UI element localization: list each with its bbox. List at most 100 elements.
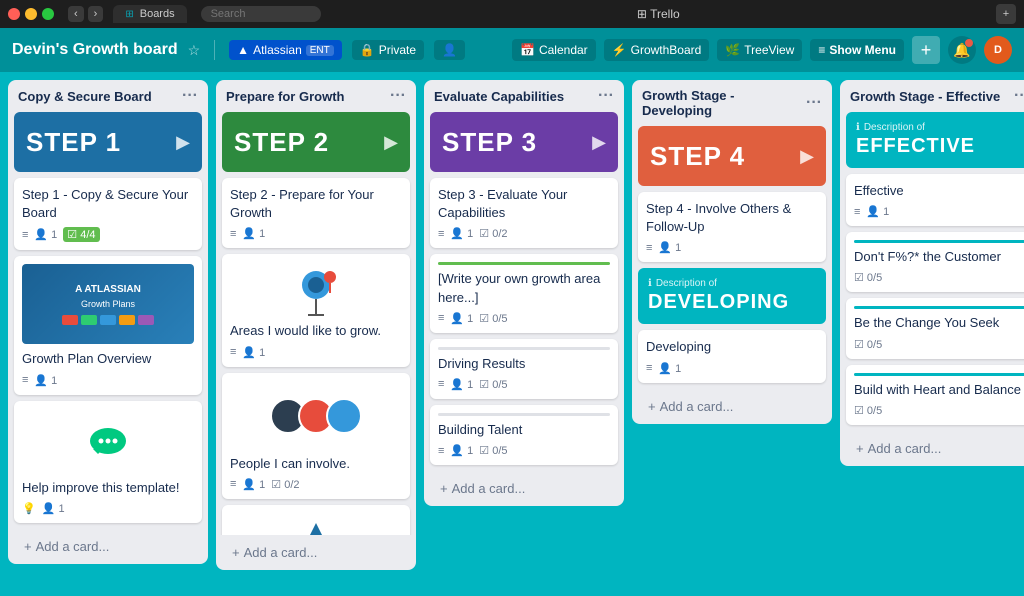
desc-card-developing[interactable]: ℹ Description of DEVELOPING	[638, 268, 826, 324]
lines-icon-7: ≡	[438, 228, 444, 240]
header-divider	[214, 40, 215, 60]
column-header-3: Evaluate Capabilities ···	[424, 80, 624, 112]
column-copy-secure: Copy & Secure Board ··· STEP 1 ▶ Step 1 …	[8, 80, 208, 564]
card-step2[interactable]: Step 2 - Prepare for Your Growth ≡ 👤 1	[222, 178, 410, 248]
app-header: Devin's Growth board ☆ ▲ Atlassian ENT 🔒…	[0, 28, 1024, 72]
card-building-talent[interactable]: Building Talent ≡ 👤 1 ☑ 0/5	[430, 405, 618, 465]
card-title-step2: Step 2 - Prepare for Your Growth	[230, 186, 402, 222]
card-title-heart: Build with Heart and Balance	[854, 381, 1024, 399]
lines-icon-8: ≡	[438, 312, 444, 324]
card-write-growth[interactable]: [Write your own growth area here...] ≡ 👤…	[430, 254, 618, 332]
maximize-dot[interactable]	[42, 8, 54, 20]
step2-icon: ▶	[384, 132, 398, 153]
menu-icon: ≡	[818, 43, 825, 57]
avatar[interactable]: D	[984, 36, 1012, 64]
card-help-template[interactable]: Help improve this template! 💡 👤 1	[14, 401, 202, 523]
card-step1-copy[interactable]: Step 1 - Copy & Secure Your Board ≡ 👤 1 …	[14, 178, 202, 250]
browser-tab[interactable]: ⊞ Boards	[113, 5, 186, 23]
card-step3[interactable]: Step 3 - Evaluate Your Capabilities ≡ 👤 …	[430, 178, 618, 248]
add-card-btn-5[interactable]: + Add a card...	[846, 435, 1024, 462]
member-count-11: 👤 1	[450, 444, 473, 457]
add-button[interactable]: +	[912, 36, 940, 64]
title-bar: ‹ › ⊞ Boards ⊞ Trello +	[0, 0, 1024, 28]
add-card-btn-4[interactable]: + Add a card...	[638, 393, 826, 420]
card-effective[interactable]: Effective ≡ 👤 1	[846, 174, 1024, 226]
search-input[interactable]	[201, 6, 321, 22]
card-meta-step2: ≡ 👤 1	[230, 227, 402, 240]
lines-icon: ≡	[22, 229, 28, 241]
notification-button[interactable]: 🔔	[948, 36, 976, 64]
card-heart-balance[interactable]: Build with Heart and Balance ☑ 0/5	[846, 365, 1024, 425]
add-card-btn-3[interactable]: + Add a card...	[430, 475, 618, 502]
star-icon[interactable]: ☆	[188, 42, 201, 59]
calendar-button[interactable]: 📅 Calendar	[512, 39, 596, 61]
card-driving-results[interactable]: Driving Results ≡ 👤 1 ☑ 0/5	[430, 339, 618, 399]
lines-icon-3: ≡	[230, 228, 236, 240]
people-illustration	[230, 381, 402, 451]
lines-icon-12: ≡	[646, 362, 652, 374]
show-menu-button[interactable]: ≡ Show Menu	[810, 39, 904, 61]
forward-button[interactable]: ›	[88, 6, 104, 22]
add-card-label-3: Add a card...	[452, 481, 526, 496]
column-more-4[interactable]: ···	[806, 95, 822, 111]
private-badge[interactable]: 🔒 Private	[352, 40, 424, 60]
card-meta-developing: ≡ 👤 1	[646, 362, 818, 375]
step4-label: STEP 4	[650, 141, 745, 172]
card-meta-write-growth: ≡ 👤 1 ☑ 0/5	[438, 312, 610, 325]
card-be-change[interactable]: Be the Change You Seek ☑ 0/5	[846, 298, 1024, 358]
add-icon-5: +	[856, 441, 864, 456]
step4-icon: ▶	[800, 146, 814, 167]
add-card-btn-1[interactable]: + Add a card...	[14, 533, 202, 560]
column-more-3[interactable]: ···	[598, 88, 614, 104]
card-meta-step1: ≡ 👤 1 ☑ 4/4	[22, 227, 194, 242]
step1-banner[interactable]: STEP 1 ▶	[14, 112, 202, 172]
lock-icon: 🔒	[360, 43, 375, 57]
calendar-label: Calendar	[539, 43, 588, 57]
card-title-help: Help improve this template!	[22, 479, 194, 497]
private-label: Private	[379, 43, 416, 57]
add-card-btn-2[interactable]: + Add a card...	[222, 539, 410, 566]
filter-icon: ⚡	[612, 43, 627, 57]
card-title-be-change: Be the Change You Seek	[854, 314, 1024, 332]
card-growth-plan[interactable]: A ATLASSIAN Growth Plans Growth Plan Ove…	[14, 256, 202, 394]
card-meta-effective: ≡ 👤 1	[854, 205, 1024, 218]
card-step4[interactable]: Step 4 - Involve Others & Follow-Up ≡ 👤 …	[638, 192, 826, 262]
step3-banner[interactable]: STEP 3 ▶	[430, 112, 618, 172]
card-meta-be-change: ☑ 0/5	[854, 338, 1024, 351]
growth-board-button[interactable]: ⚡ GrowthBoard	[604, 39, 710, 61]
column-title-4: Growth Stage - Developing	[642, 88, 806, 118]
growth-plan-image: A ATLASSIAN Growth Plans	[22, 264, 194, 344]
tab-icon: ⊞	[125, 9, 133, 20]
step1-label: STEP 1	[26, 127, 121, 158]
card-dont-f[interactable]: Don't F%?* the Customer ☑ 0/5	[846, 232, 1024, 292]
column-more-5[interactable]: ···	[1014, 88, 1024, 104]
check-people: ☑ 0/2	[271, 478, 299, 491]
check-write-growth: ☑ 0/5	[479, 312, 507, 325]
card-developing[interactable]: Developing ≡ 👤 1	[638, 330, 826, 382]
close-dot[interactable]	[8, 8, 20, 20]
lines-icon-5: ≡	[230, 478, 236, 490]
step4-banner[interactable]: STEP 4 ▶	[638, 126, 826, 186]
check-building: ☑ 0/5	[479, 444, 507, 457]
card-title-effective: Effective	[854, 182, 1024, 200]
info-icon-effective: ℹ	[856, 122, 860, 133]
card-title-dont-f: Don't F%?* the Customer	[854, 248, 1024, 266]
header-right: 📅 Calendar ⚡ GrowthBoard 🌿 TreeView ≡ Sh…	[512, 36, 1012, 64]
card-title-driving: Driving Results	[438, 355, 610, 373]
column-title-3: Evaluate Capabilities	[434, 89, 564, 104]
column-more-2[interactable]: ···	[390, 88, 406, 104]
column-header-4: Growth Stage - Developing ···	[632, 80, 832, 126]
step2-banner[interactable]: STEP 2 ▶	[222, 112, 410, 172]
new-tab-button[interactable]: +	[996, 4, 1016, 24]
minimize-dot[interactable]	[25, 8, 37, 20]
tree-view-button[interactable]: 🌿 TreeView	[717, 39, 802, 61]
column-evaluate: Evaluate Capabilities ··· STEP 3 ▶ Step …	[424, 80, 624, 506]
back-button[interactable]: ‹	[68, 6, 84, 22]
column-more-1[interactable]: ···	[182, 88, 198, 104]
atlassian-badge[interactable]: ▲ Atlassian ENT	[229, 40, 342, 60]
card-people-involve[interactable]: People I can involve. ≡ 👤 1 ☑ 0/2	[222, 373, 410, 499]
desc-card-effective[interactable]: ℹ Description of EFFECTIVE	[846, 112, 1024, 168]
card-areas-grow[interactable]: Areas I would like to grow. ≡ 👤 1	[222, 254, 410, 366]
card-alignment[interactable]: Alignment with Atlassian's future. ≡ 👤 1…	[222, 505, 410, 535]
step1-icon: ▶	[176, 132, 190, 153]
